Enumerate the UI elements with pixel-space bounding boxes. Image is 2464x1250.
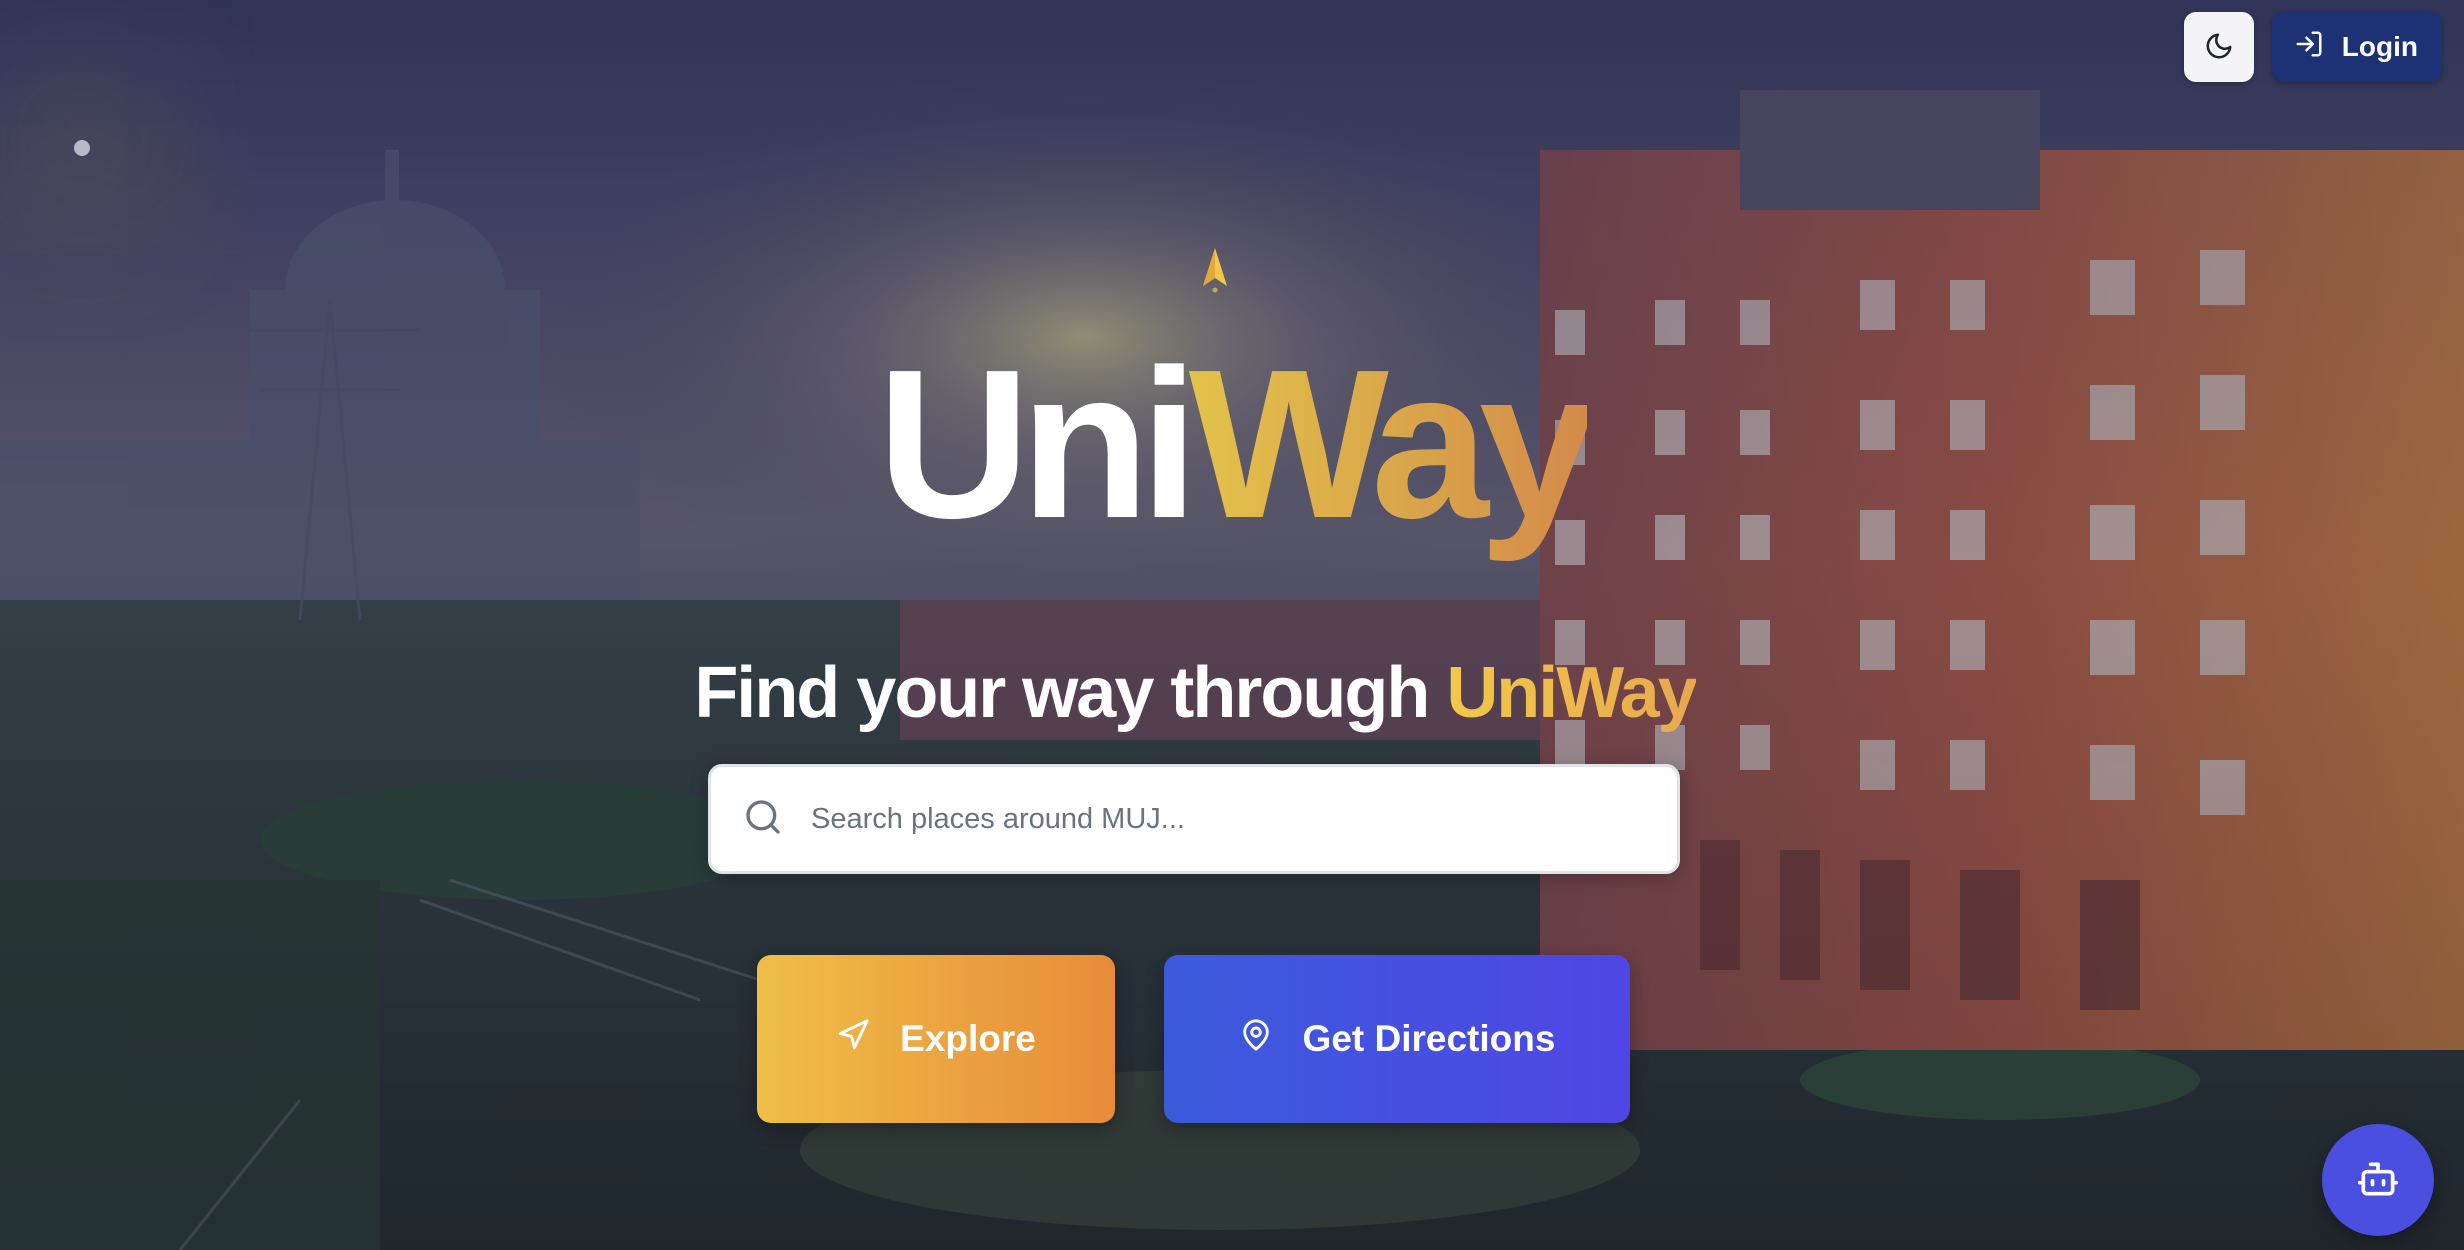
robot-icon [2356, 1157, 2400, 1204]
logo-part-way: Way [1188, 325, 1597, 562]
top-controls: Login [2183, 12, 2442, 82]
hero-tagline: Find your way through UniWay [0, 652, 2390, 734]
get-directions-button[interactable]: Get Directions [1164, 955, 1630, 1123]
search-icon [743, 797, 783, 842]
login-arrow-icon [2294, 29, 2324, 66]
tagline-brand: UniWay [1446, 653, 1697, 733]
search-bar [708, 764, 1680, 874]
login-button[interactable]: Login [2271, 12, 2442, 82]
get-directions-label: Get Directions [1302, 1018, 1556, 1059]
explore-label: Explore [900, 1018, 1036, 1059]
search-input[interactable] [809, 801, 1677, 837]
decorative-dot [74, 140, 90, 156]
assistant-chat-button[interactable] [2322, 1124, 2434, 1236]
explore-button[interactable]: Explore [757, 955, 1115, 1123]
compass-needle-icon [1203, 248, 1227, 299]
hero-section: UniWay Find your way through UniWay Expl… [0, 0, 2464, 1250]
map-pin-icon [1239, 1018, 1273, 1061]
moon-icon [2204, 31, 2234, 64]
login-label: Login [2341, 31, 2418, 62]
logo-part-uni: Uni [877, 325, 1198, 562]
app-logo: UniWay [0, 338, 2464, 550]
navigation-arrow-icon [836, 1018, 870, 1061]
theme-toggle-button[interactable] [2183, 12, 2254, 82]
tagline-text: Find your way through [694, 653, 1447, 733]
